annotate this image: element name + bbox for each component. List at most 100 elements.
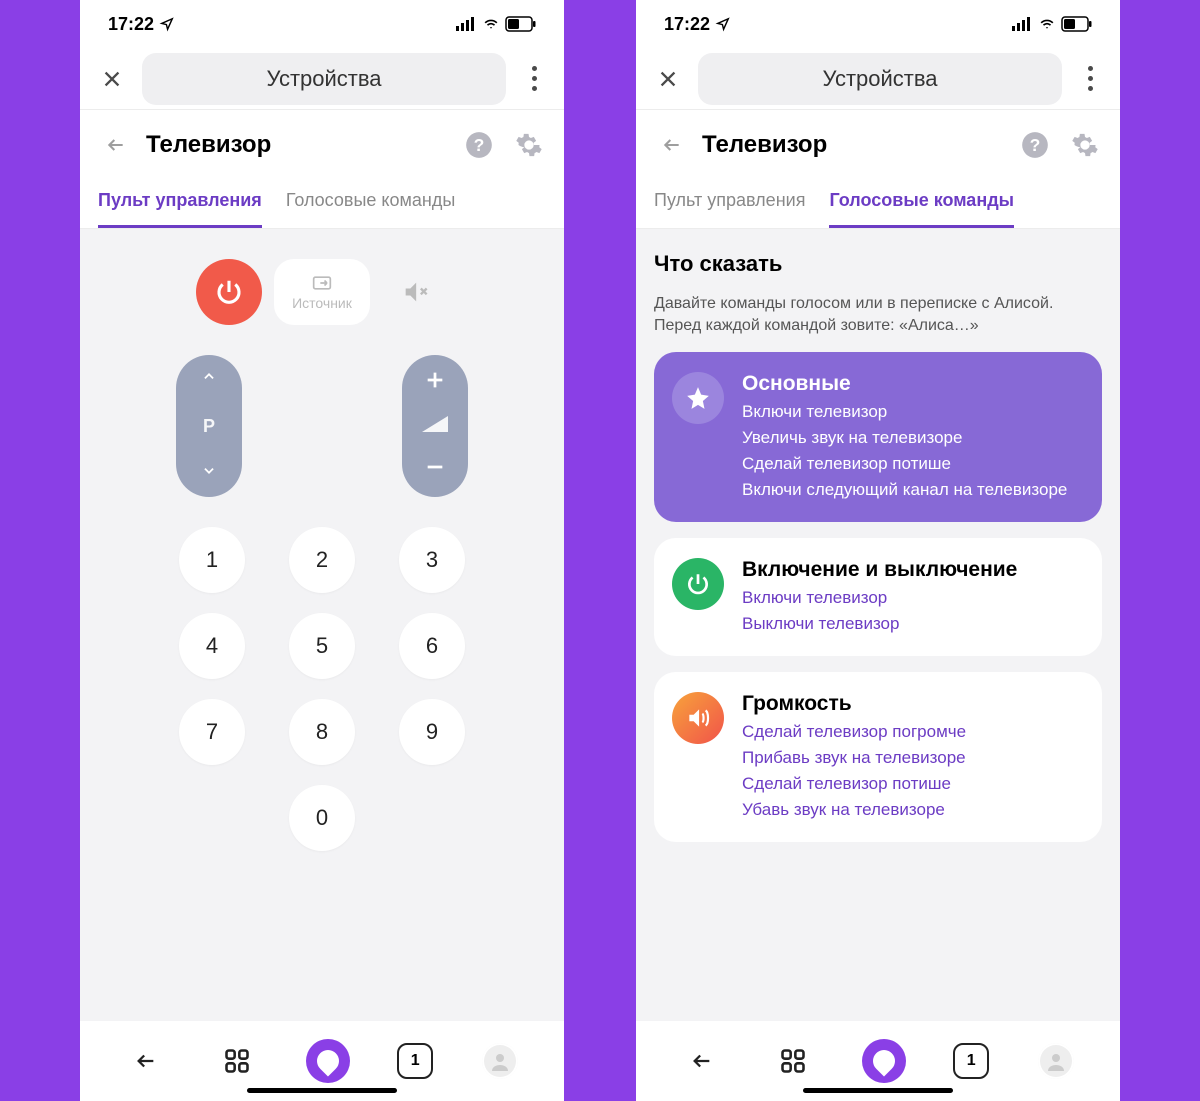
- svg-text:?: ?: [1030, 135, 1041, 155]
- phone-left: 17:22 Устройства Телевизор ?: [80, 0, 564, 1101]
- back-button[interactable]: [98, 127, 134, 163]
- digit-7[interactable]: 7: [179, 699, 245, 765]
- nav-apps-button[interactable]: [771, 1039, 815, 1083]
- back-button[interactable]: [654, 127, 690, 163]
- mute-icon: [401, 278, 429, 306]
- voice-command: Убавь звук на телевизоре: [742, 800, 1084, 820]
- search-field[interactable]: Устройства: [142, 53, 506, 105]
- nav-alice-button[interactable]: [306, 1039, 350, 1083]
- chevron-down-icon: [198, 464, 220, 478]
- volume-down-button[interactable]: [424, 456, 446, 483]
- close-button[interactable]: [92, 59, 132, 99]
- help-icon: ?: [465, 131, 493, 159]
- volume-rocker: [402, 355, 468, 497]
- overflow-menu-button[interactable]: [516, 66, 552, 91]
- digit-0[interactable]: 0: [289, 785, 355, 851]
- nav-back-button[interactable]: [124, 1039, 168, 1083]
- nav-back-button[interactable]: [680, 1039, 724, 1083]
- power-icon: [672, 558, 724, 610]
- voice-command: Прибавь звук на телевизоре: [742, 748, 1084, 768]
- title-row: Телевизор ?: [636, 110, 1120, 180]
- grid-icon: [223, 1047, 251, 1075]
- tab-remote[interactable]: Пульт управления: [654, 180, 805, 228]
- grid-icon: [779, 1047, 807, 1075]
- source-button[interactable]: Источник: [274, 259, 370, 325]
- channel-rocker: P: [176, 355, 242, 497]
- voice-card-main[interactable]: Основные Включи телевизор Увеличь звук н…: [654, 352, 1102, 522]
- title-row: Телевизор ?: [80, 110, 564, 180]
- status-time: 17:22: [664, 14, 710, 35]
- status-icons: [456, 17, 536, 31]
- gear-icon: [515, 131, 543, 159]
- location-icon: [716, 17, 730, 31]
- signal-icon: [1012, 17, 1032, 31]
- voice-card-power-title: Включение и выключение: [742, 558, 1084, 582]
- status-icons: [1012, 17, 1092, 31]
- wifi-icon: [1038, 17, 1056, 31]
- source-label: Источник: [292, 295, 352, 311]
- nav-tabs-button[interactable]: 1: [953, 1043, 989, 1079]
- channel-down-button[interactable]: [198, 464, 220, 483]
- voice-command: Включи телевизор: [742, 402, 1084, 422]
- tab-voice[interactable]: Голосовые команды: [829, 180, 1014, 228]
- help-button[interactable]: ?: [1018, 128, 1052, 162]
- mute-button[interactable]: [382, 259, 448, 325]
- digit-5[interactable]: 5: [289, 613, 355, 679]
- page-title: Телевизор: [146, 131, 450, 159]
- digit-2[interactable]: 2: [289, 527, 355, 593]
- phone-right: 17:22 Устройства Телевизор ?: [636, 0, 1120, 1101]
- voice-card-power[interactable]: Включение и выключение Включи телевизор …: [654, 538, 1102, 656]
- channel-up-button[interactable]: [198, 369, 220, 388]
- settings-button[interactable]: [512, 128, 546, 162]
- arrow-left-icon: [687, 1050, 717, 1072]
- nav-tabs-button[interactable]: 1: [397, 1043, 433, 1079]
- settings-button[interactable]: [1068, 128, 1102, 162]
- search-field[interactable]: Устройства: [698, 53, 1062, 105]
- channel-label: P: [203, 416, 215, 437]
- input-icon: [309, 273, 335, 293]
- arrow-left-icon: [131, 1050, 161, 1072]
- digit-8[interactable]: 8: [289, 699, 355, 765]
- battery-icon: [506, 17, 536, 31]
- bottom-nav: 1: [80, 1021, 564, 1101]
- tabs: Пульт управления Голосовые команды: [80, 180, 564, 229]
- help-button[interactable]: ?: [462, 128, 496, 162]
- nav-tabs-count: 1: [411, 1052, 420, 1070]
- nav-profile-button[interactable]: [1036, 1041, 1076, 1081]
- digit-4[interactable]: 4: [179, 613, 245, 679]
- voice-card-volume-title: Громкость: [742, 692, 1084, 716]
- voice-command: Выключи телевизор: [742, 614, 1084, 634]
- page-title: Телевизор: [702, 131, 1006, 159]
- status-bar: 17:22: [636, 0, 1120, 48]
- overflow-menu-button[interactable]: [1072, 66, 1108, 91]
- voice-command: Увеличь звук на телевизоре: [742, 428, 1084, 448]
- volume-up-button[interactable]: [424, 369, 446, 396]
- star-icon: [672, 372, 724, 424]
- tab-remote[interactable]: Пульт управления: [98, 180, 262, 228]
- digit-9[interactable]: 9: [399, 699, 465, 765]
- power-icon: [214, 277, 244, 307]
- location-icon: [160, 17, 174, 31]
- bottom-nav: 1: [636, 1021, 1120, 1101]
- volume-icon: [672, 692, 724, 744]
- digit-1[interactable]: 1: [179, 527, 245, 593]
- home-indicator[interactable]: [247, 1088, 397, 1093]
- home-indicator[interactable]: [803, 1088, 953, 1093]
- digit-6[interactable]: 6: [399, 613, 465, 679]
- plus-icon: [424, 369, 446, 391]
- voice-command: Сделай телевизор погромче: [742, 722, 1084, 742]
- status-bar: 17:22: [80, 0, 564, 48]
- search-field-label: Устройства: [266, 66, 381, 92]
- numpad: 1 2 3 4 5 6 7 8 9 0: [179, 527, 465, 851]
- close-button[interactable]: [648, 59, 688, 99]
- digit-3[interactable]: 3: [399, 527, 465, 593]
- power-button[interactable]: [196, 259, 262, 325]
- voice-panel: Что сказать Давайте команды голосом или …: [636, 229, 1120, 1021]
- minus-icon: [424, 456, 446, 478]
- nav-apps-button[interactable]: [215, 1039, 259, 1083]
- nav-profile-button[interactable]: [480, 1041, 520, 1081]
- tab-voice[interactable]: Голосовые команды: [286, 180, 455, 228]
- remote-panel: Источник P 1 2 3 4 5 6 7: [80, 229, 564, 1021]
- nav-alice-button[interactable]: [862, 1039, 906, 1083]
- voice-card-volume[interactable]: Громкость Сделай телевизор погромче Приб…: [654, 672, 1102, 842]
